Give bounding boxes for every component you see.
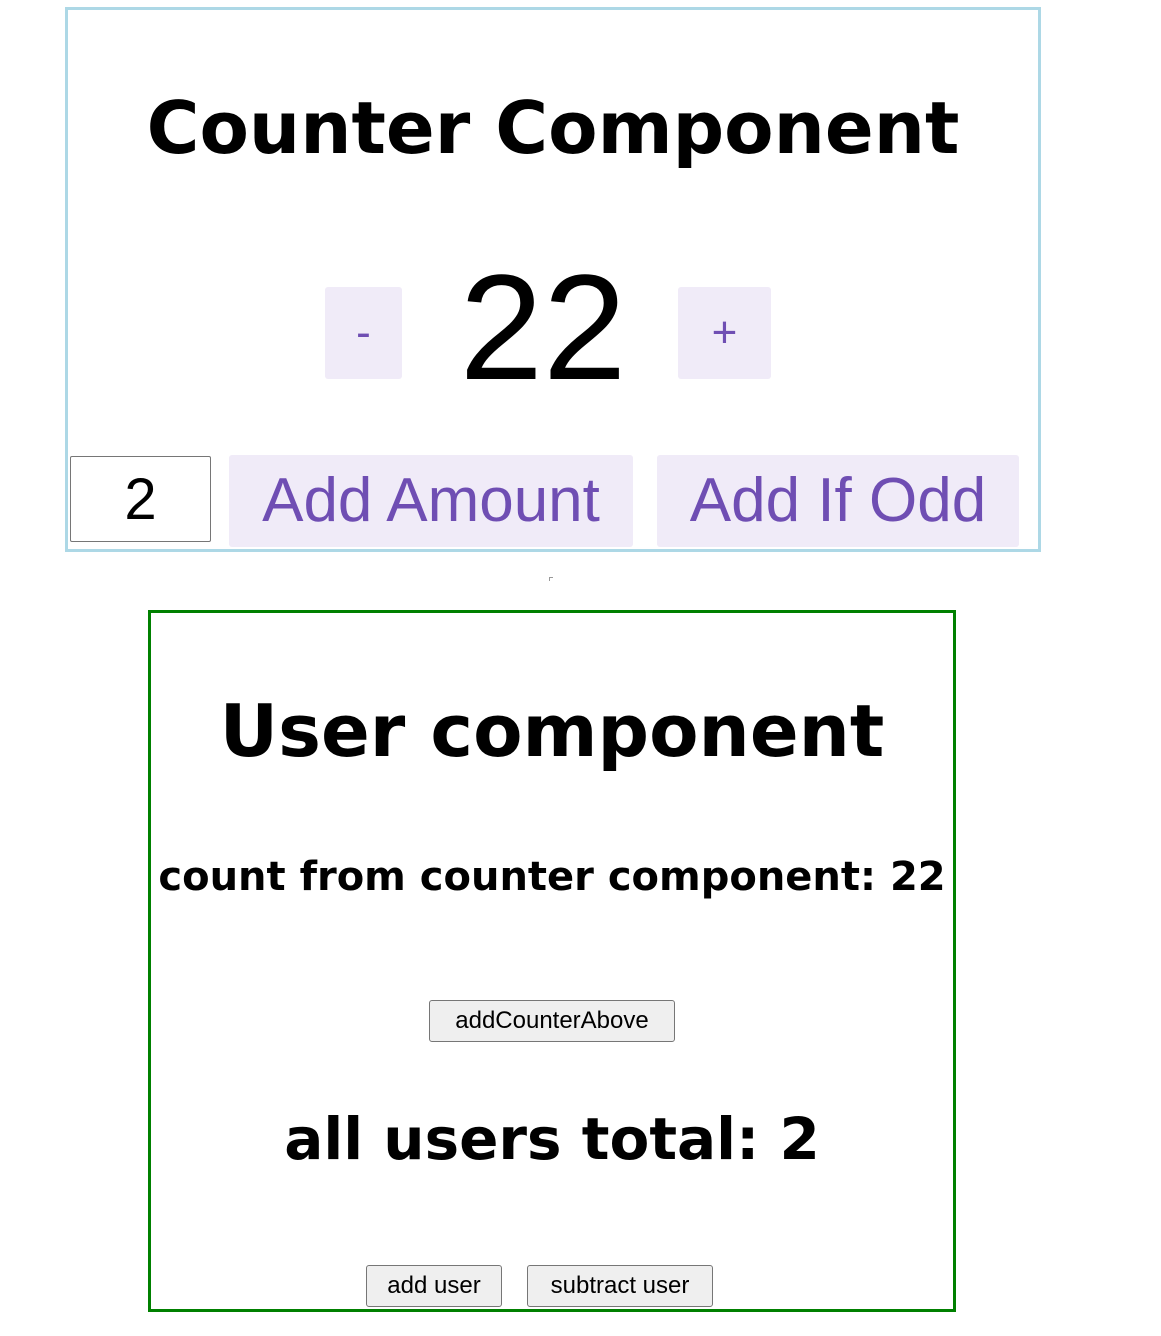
- count-from-counter: count from counter component: 22: [158, 854, 946, 900]
- add-amount-button[interactable]: Add Amount: [229, 455, 633, 547]
- subtract-user-button[interactable]: subtract user: [527, 1265, 713, 1307]
- increment-button[interactable]: +: [678, 287, 771, 379]
- users-total: all users total: 2: [284, 1105, 820, 1173]
- decrement-button[interactable]: -: [325, 287, 402, 379]
- amount-input[interactable]: [70, 456, 211, 542]
- counter-component: Counter Component - 22 + Add Amount Add …: [65, 7, 1041, 552]
- counter-title: Counter Component: [146, 86, 960, 170]
- separator-mark: [549, 577, 553, 581]
- add-counter-above-button[interactable]: addCounterAbove: [429, 1000, 675, 1042]
- count-value: 22: [459, 243, 627, 411]
- page: Counter Component - 22 + Add Amount Add …: [0, 0, 1161, 1336]
- user-component: User component count from counter compon…: [148, 610, 956, 1312]
- add-user-button[interactable]: add user: [366, 1265, 502, 1307]
- user-title: User component: [219, 689, 885, 773]
- add-if-odd-button[interactable]: Add If Odd: [657, 455, 1019, 547]
